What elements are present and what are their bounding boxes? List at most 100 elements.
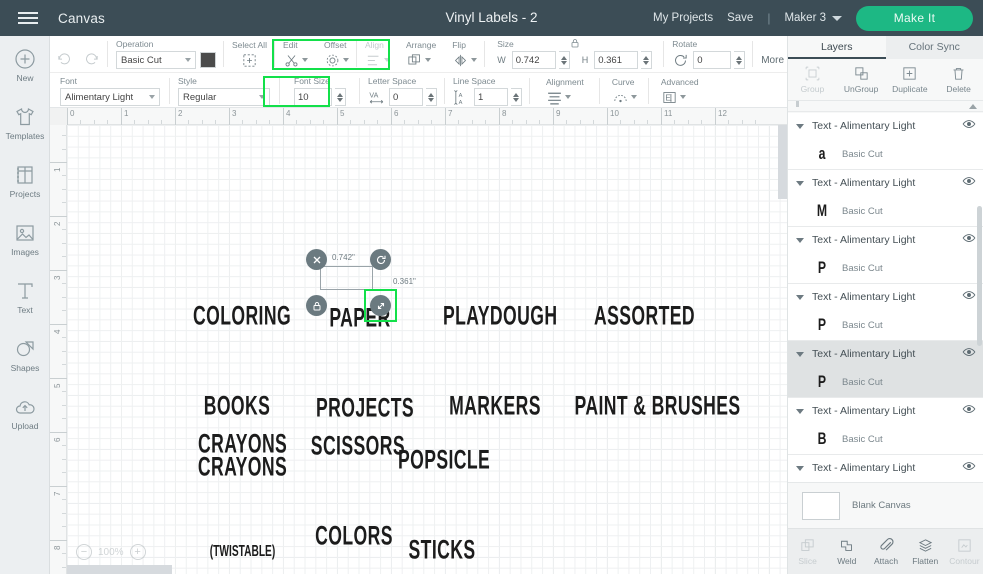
text-align-icon[interactable]	[546, 89, 563, 106]
design-canvas[interactable]: 0 1 2 3 4 5 6 7 8 9 10 11 12 1 2 3 4 5 6…	[50, 108, 787, 574]
chevron-down-icon[interactable]	[301, 58, 308, 62]
layer-row[interactable]: Text - Alimentary Light M Basic Cut	[788, 170, 983, 227]
chevron-down-icon[interactable]	[796, 123, 804, 129]
visibility-toggle[interactable]	[962, 288, 976, 307]
visibility-toggle[interactable]	[962, 231, 976, 250]
chevron-down-icon[interactable]	[796, 180, 804, 186]
layer-row[interactable]: Text - Alimentary Light a Basic Cut	[788, 113, 983, 170]
arrange-icon[interactable]	[406, 52, 423, 69]
visibility-toggle[interactable]	[962, 345, 976, 364]
zoom-out-button[interactable]: −	[76, 544, 92, 560]
canvas-horizontal-scrollbar[interactable]	[67, 565, 172, 574]
flatten-button[interactable]: Flatten	[906, 529, 945, 574]
chevron-down-icon[interactable]	[796, 465, 804, 471]
rotate-stepper[interactable]	[734, 51, 746, 69]
slice-button[interactable]: Slice	[788, 529, 827, 574]
canvas-text-crayons-twistable[interactable]: CRAYONS (TWISTABLE)	[197, 392, 289, 574]
layers-list[interactable]: Text - Alimentary Light a Basic Cut Text…	[788, 113, 983, 531]
size-width-input[interactable]: 0.742	[511, 51, 556, 69]
size-height-stepper[interactable]	[641, 51, 653, 69]
redo-icon[interactable]	[83, 51, 100, 68]
canvas-text-assorted-paint-brushes[interactable]: ASSORTED PAINT & BRUSHES	[575, 241, 741, 481]
chevron-down-icon[interactable]	[832, 15, 842, 21]
chevron-down-icon[interactable]	[424, 58, 431, 62]
layers-scrollbar[interactable]	[977, 206, 982, 346]
layer-row[interactable]: Text - Alimentary Light B Basic Cut	[788, 398, 983, 455]
tab-layers[interactable]: Layers	[788, 36, 886, 59]
rotate-input[interactable]: 0	[693, 51, 732, 69]
curve-icon[interactable]	[612, 89, 629, 106]
my-projects-link[interactable]: My Projects	[653, 12, 713, 24]
chevron-down-icon[interactable]	[796, 408, 804, 414]
advanced-icon[interactable]: E	[661, 89, 678, 106]
operation-color-swatch[interactable]	[200, 52, 216, 68]
tab-color-sync[interactable]: Color Sync	[886, 36, 983, 59]
chevron-down-icon[interactable]	[630, 95, 637, 99]
save-button[interactable]: Save	[727, 12, 753, 24]
visibility-toggle[interactable]	[962, 402, 976, 421]
lock-icon[interactable]	[569, 37, 581, 49]
canvas-label[interactable]: Canvas	[58, 11, 105, 26]
chevron-down-icon[interactable]	[679, 95, 686, 99]
sidebar-item-upload[interactable]: Upload	[0, 384, 50, 442]
undo-icon[interactable]	[56, 51, 73, 68]
attach-button[interactable]: Attach	[866, 529, 905, 574]
canvas-vertical-scrollbar[interactable]	[778, 125, 787, 199]
offset-icon[interactable]	[324, 52, 341, 69]
sidebar-item-shapes[interactable]: Shapes	[0, 326, 50, 384]
chevron-down-icon[interactable]	[796, 237, 804, 243]
canvas-grid[interactable]: COLORING BOOKS PAPER PROJECTS PLAYDOUGH …	[67, 125, 787, 574]
machine-selector-label[interactable]: Maker 3	[784, 12, 826, 24]
canvas-color-row[interactable]: Blank Canvas	[788, 482, 983, 528]
selection-delete-handle[interactable]	[306, 249, 327, 270]
line-space-stepper[interactable]	[511, 88, 522, 106]
group-button[interactable]: Group	[788, 59, 837, 100]
editing-toolbar: Operation Basic Cut Select All Edit Offs…	[50, 36, 794, 108]
flip-icon[interactable]	[452, 52, 469, 69]
canvas-text-popsicle-sticks[interactable]: POPSICLE STICKS	[398, 385, 490, 574]
sidebar-item-templates[interactable]: Templates	[0, 94, 50, 152]
size-width-stepper[interactable]	[558, 51, 570, 69]
duplicate-button[interactable]: Duplicate	[886, 59, 935, 100]
sidebar-item-new[interactable]: New	[0, 36, 50, 94]
selection-rotate-handle[interactable]	[370, 249, 391, 270]
select-all-icon[interactable]	[241, 52, 258, 69]
zoom-in-button[interactable]: +	[129, 544, 146, 560]
layer-row[interactable]: Text - Alimentary Light P Basic Cut	[788, 284, 983, 341]
sidebar-item-images[interactable]: Images	[0, 210, 50, 268]
style-select[interactable]: Regular	[178, 88, 270, 106]
weld-button[interactable]: Weld	[827, 529, 866, 574]
chevron-down-icon[interactable]	[565, 95, 571, 99]
visibility-toggle[interactable]	[962, 117, 976, 136]
sidebar-item-projects[interactable]: Projects	[0, 152, 50, 210]
font-size-stepper[interactable]	[335, 88, 346, 106]
chevron-down-icon[interactable]	[342, 58, 349, 62]
hamburger-icon[interactable]	[10, 0, 46, 36]
selection-lock-handle[interactable]	[306, 295, 327, 316]
chevron-down-icon[interactable]	[796, 294, 804, 300]
canvas-text-scissors-colors[interactable]: SCISSORS COLORS	[311, 371, 405, 574]
visibility-toggle[interactable]	[962, 174, 976, 193]
letter-space-input[interactable]: 0	[389, 88, 423, 106]
sidebar-item-text[interactable]: Text	[0, 268, 50, 326]
layer-row[interactable]: Text - Alimentary Light P Basic Cut	[788, 341, 983, 398]
chevron-down-icon[interactable]	[471, 58, 478, 62]
operation-select[interactable]: Basic Cut	[116, 51, 196, 69]
canvas-color-swatch[interactable]	[802, 491, 840, 520]
ungroup-button[interactable]: UnGroup	[837, 59, 886, 100]
letter-space-stepper[interactable]	[426, 88, 437, 106]
chevron-down-icon[interactable]	[796, 351, 804, 357]
delete-button[interactable]: Delete	[934, 59, 983, 100]
edit-scissors-icon[interactable]	[283, 52, 300, 69]
ruler-v-label: 5	[53, 383, 62, 388]
contour-button[interactable]: Contour	[945, 529, 983, 574]
font-select[interactable]: Alimentary Light	[60, 88, 160, 106]
make-it-button[interactable]: Make It	[856, 5, 973, 31]
size-height-input[interactable]: 0.361	[594, 51, 639, 69]
layer-scroll-up[interactable]	[788, 101, 983, 112]
layer-row[interactable]: Text - Alimentary Light P Basic Cut	[788, 227, 983, 284]
visibility-toggle[interactable]	[962, 459, 976, 478]
rotate-icon[interactable]	[672, 52, 689, 69]
line-space-input[interactable]: 1	[474, 88, 508, 106]
font-size-input[interactable]: 10	[294, 88, 332, 106]
